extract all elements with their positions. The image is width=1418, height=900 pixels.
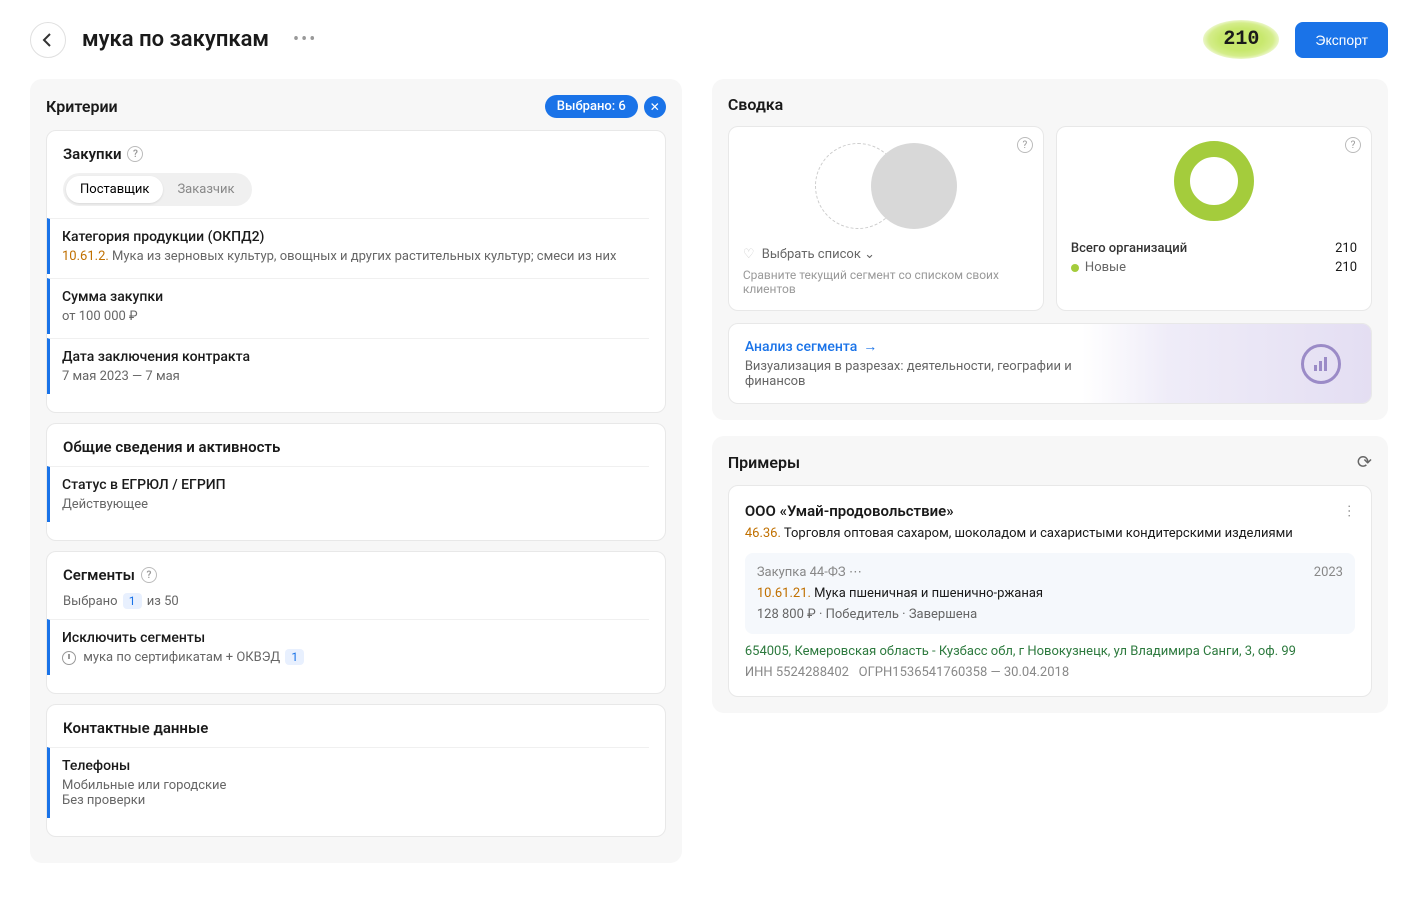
analysis-card[interactable]: Анализ сегмента → Визуализация в разреза… bbox=[728, 323, 1372, 404]
summary-section: Сводка ? ♡ Выбрать список ⌄ bbox=[712, 79, 1388, 420]
examples-section: Примеры ⟳ ООО «Умай-продовольствие» ⋯ 46… bbox=[712, 436, 1388, 713]
purchases-card: Закупки ? Поставщик Заказчик Категория п… bbox=[46, 130, 666, 413]
export-button[interactable]: Экспорт bbox=[1295, 22, 1388, 58]
criteria-section: Критерии Выбрано: 6 ✕ Закупки ? Поставщи… bbox=[30, 79, 682, 863]
page-title: мука по закупкам bbox=[82, 27, 269, 52]
okved-code: 46.36. bbox=[745, 526, 781, 541]
compare-description: Сравните текущий сегмент со списком свои… bbox=[743, 268, 1029, 296]
criteria-item[interactable]: Исключить сегменты мука по сертификатам … bbox=[47, 619, 649, 675]
result-count-badge: 210 bbox=[1203, 20, 1279, 59]
stats-card: ? Всего организаций 210 Новые 210 bbox=[1056, 126, 1372, 311]
selected-count-pill[interactable]: Выбрано: 6 bbox=[545, 95, 638, 118]
examples-title: Примеры bbox=[728, 453, 800, 472]
total-orgs-value: 210 bbox=[1335, 241, 1357, 256]
new-label: Новые bbox=[1085, 260, 1126, 275]
criteria-label: Статус в ЕГРЮЛ / ЕГРИП bbox=[62, 477, 649, 493]
purchase-type: Закупка 44-ФЗ bbox=[757, 565, 846, 580]
example-card: ООО «Умай-продовольствие» ⋯ 46.36. Торго… bbox=[728, 485, 1372, 697]
help-icon[interactable]: ? bbox=[127, 146, 143, 162]
purchase-code: 10.61.21. bbox=[757, 586, 811, 601]
help-icon[interactable]: ? bbox=[1017, 137, 1033, 153]
toggle-supplier[interactable]: Поставщик bbox=[66, 176, 163, 203]
role-toggle: Поставщик Заказчик bbox=[63, 173, 252, 206]
heart-icon: ♡ bbox=[743, 247, 755, 262]
arrow-right-icon: → bbox=[863, 338, 877, 355]
clock-icon bbox=[62, 651, 76, 665]
more-button[interactable]: ••• bbox=[285, 25, 325, 54]
purchase-box[interactable]: Закупка 44-ФЗ ⋯ 2023 10.61.21. Мука пшен… bbox=[745, 553, 1355, 634]
segment-count-badge: 1 bbox=[123, 593, 142, 609]
contacts-card: Контактные данные Телефоны Мобильные или… bbox=[46, 704, 666, 837]
page-header: мука по закупкам ••• 210 Экспорт bbox=[30, 20, 1388, 59]
segments-title: Сегменты bbox=[63, 566, 135, 584]
criteria-item[interactable]: Сумма закупки от 100 000 ₽ bbox=[47, 278, 649, 334]
criteria-item[interactable]: Статус в ЕГРЮЛ / ЕГРИП Действующее bbox=[47, 466, 649, 522]
donut-chart bbox=[1174, 141, 1254, 221]
criteria-item[interactable]: Телефоны Мобильные или городские Без про… bbox=[47, 747, 649, 818]
chevron-down-icon: ⌄ bbox=[864, 247, 875, 262]
criteria-label: Сумма закупки bbox=[62, 289, 649, 305]
toggle-customer[interactable]: Заказчик bbox=[163, 176, 248, 203]
segments-card: Сегменты ? Выбрано 1 из 50 Исключить сег… bbox=[46, 551, 666, 694]
analysis-description: Визуализация в разрезах: деятельности, г… bbox=[745, 359, 1111, 389]
criteria-label: Категория продукции (ОКПД2) bbox=[62, 229, 649, 245]
criteria-label: Телефоны bbox=[62, 758, 649, 774]
general-title: Общие сведения и активность bbox=[63, 438, 649, 456]
chart-icon bbox=[1301, 344, 1341, 384]
summary-title: Сводка bbox=[728, 95, 783, 114]
compare-card: ? ♡ Выбрать список ⌄ Сравните текущий се… bbox=[728, 126, 1044, 311]
purchases-title: Закупки bbox=[63, 145, 121, 163]
help-icon[interactable]: ? bbox=[141, 567, 157, 583]
company-ogrn: ОГРН1536541760358 — 30.04.2018 bbox=[859, 665, 1070, 680]
clear-criteria-button[interactable]: ✕ bbox=[644, 96, 666, 118]
exclude-badge: 1 bbox=[285, 649, 304, 665]
back-button[interactable] bbox=[30, 22, 66, 58]
refresh-button[interactable]: ⟳ bbox=[1357, 452, 1372, 473]
criteria-label: Дата заключения контракта bbox=[62, 349, 649, 365]
venn-diagram bbox=[743, 141, 1029, 231]
okpd-code: 10.61.2. bbox=[62, 249, 109, 264]
arrow-left-icon bbox=[40, 32, 56, 48]
select-list-dropdown[interactable]: ♡ Выбрать список ⌄ bbox=[743, 247, 1029, 262]
example-more-button[interactable]: ⋯ bbox=[1339, 504, 1357, 518]
criteria-item[interactable]: Дата заключения контракта 7 мая 2023 — 7… bbox=[47, 338, 649, 394]
purchase-year: 2023 bbox=[1314, 565, 1343, 580]
criteria-title: Критерии bbox=[46, 97, 118, 116]
company-address: 654005, Кемеровская область - Кузбасс об… bbox=[745, 644, 1355, 659]
dot-icon bbox=[1071, 264, 1079, 272]
criteria-item[interactable]: Категория продукции (ОКПД2) 10.61.2. Мук… bbox=[47, 218, 649, 274]
help-icon[interactable]: ? bbox=[1345, 137, 1361, 153]
contacts-title: Контактные данные bbox=[63, 719, 649, 737]
purchase-more[interactable]: ⋯ bbox=[849, 565, 862, 580]
criteria-label: Исключить сегменты bbox=[62, 630, 649, 646]
company-name[interactable]: ООО «Умай-продовольствие» bbox=[745, 502, 954, 520]
company-inn: ИНН 5524288402 bbox=[745, 665, 849, 680]
total-orgs-label: Всего организаций bbox=[1071, 241, 1187, 256]
general-card: Общие сведения и активность Статус в ЕГР… bbox=[46, 423, 666, 541]
new-value: 210 bbox=[1335, 260, 1357, 275]
